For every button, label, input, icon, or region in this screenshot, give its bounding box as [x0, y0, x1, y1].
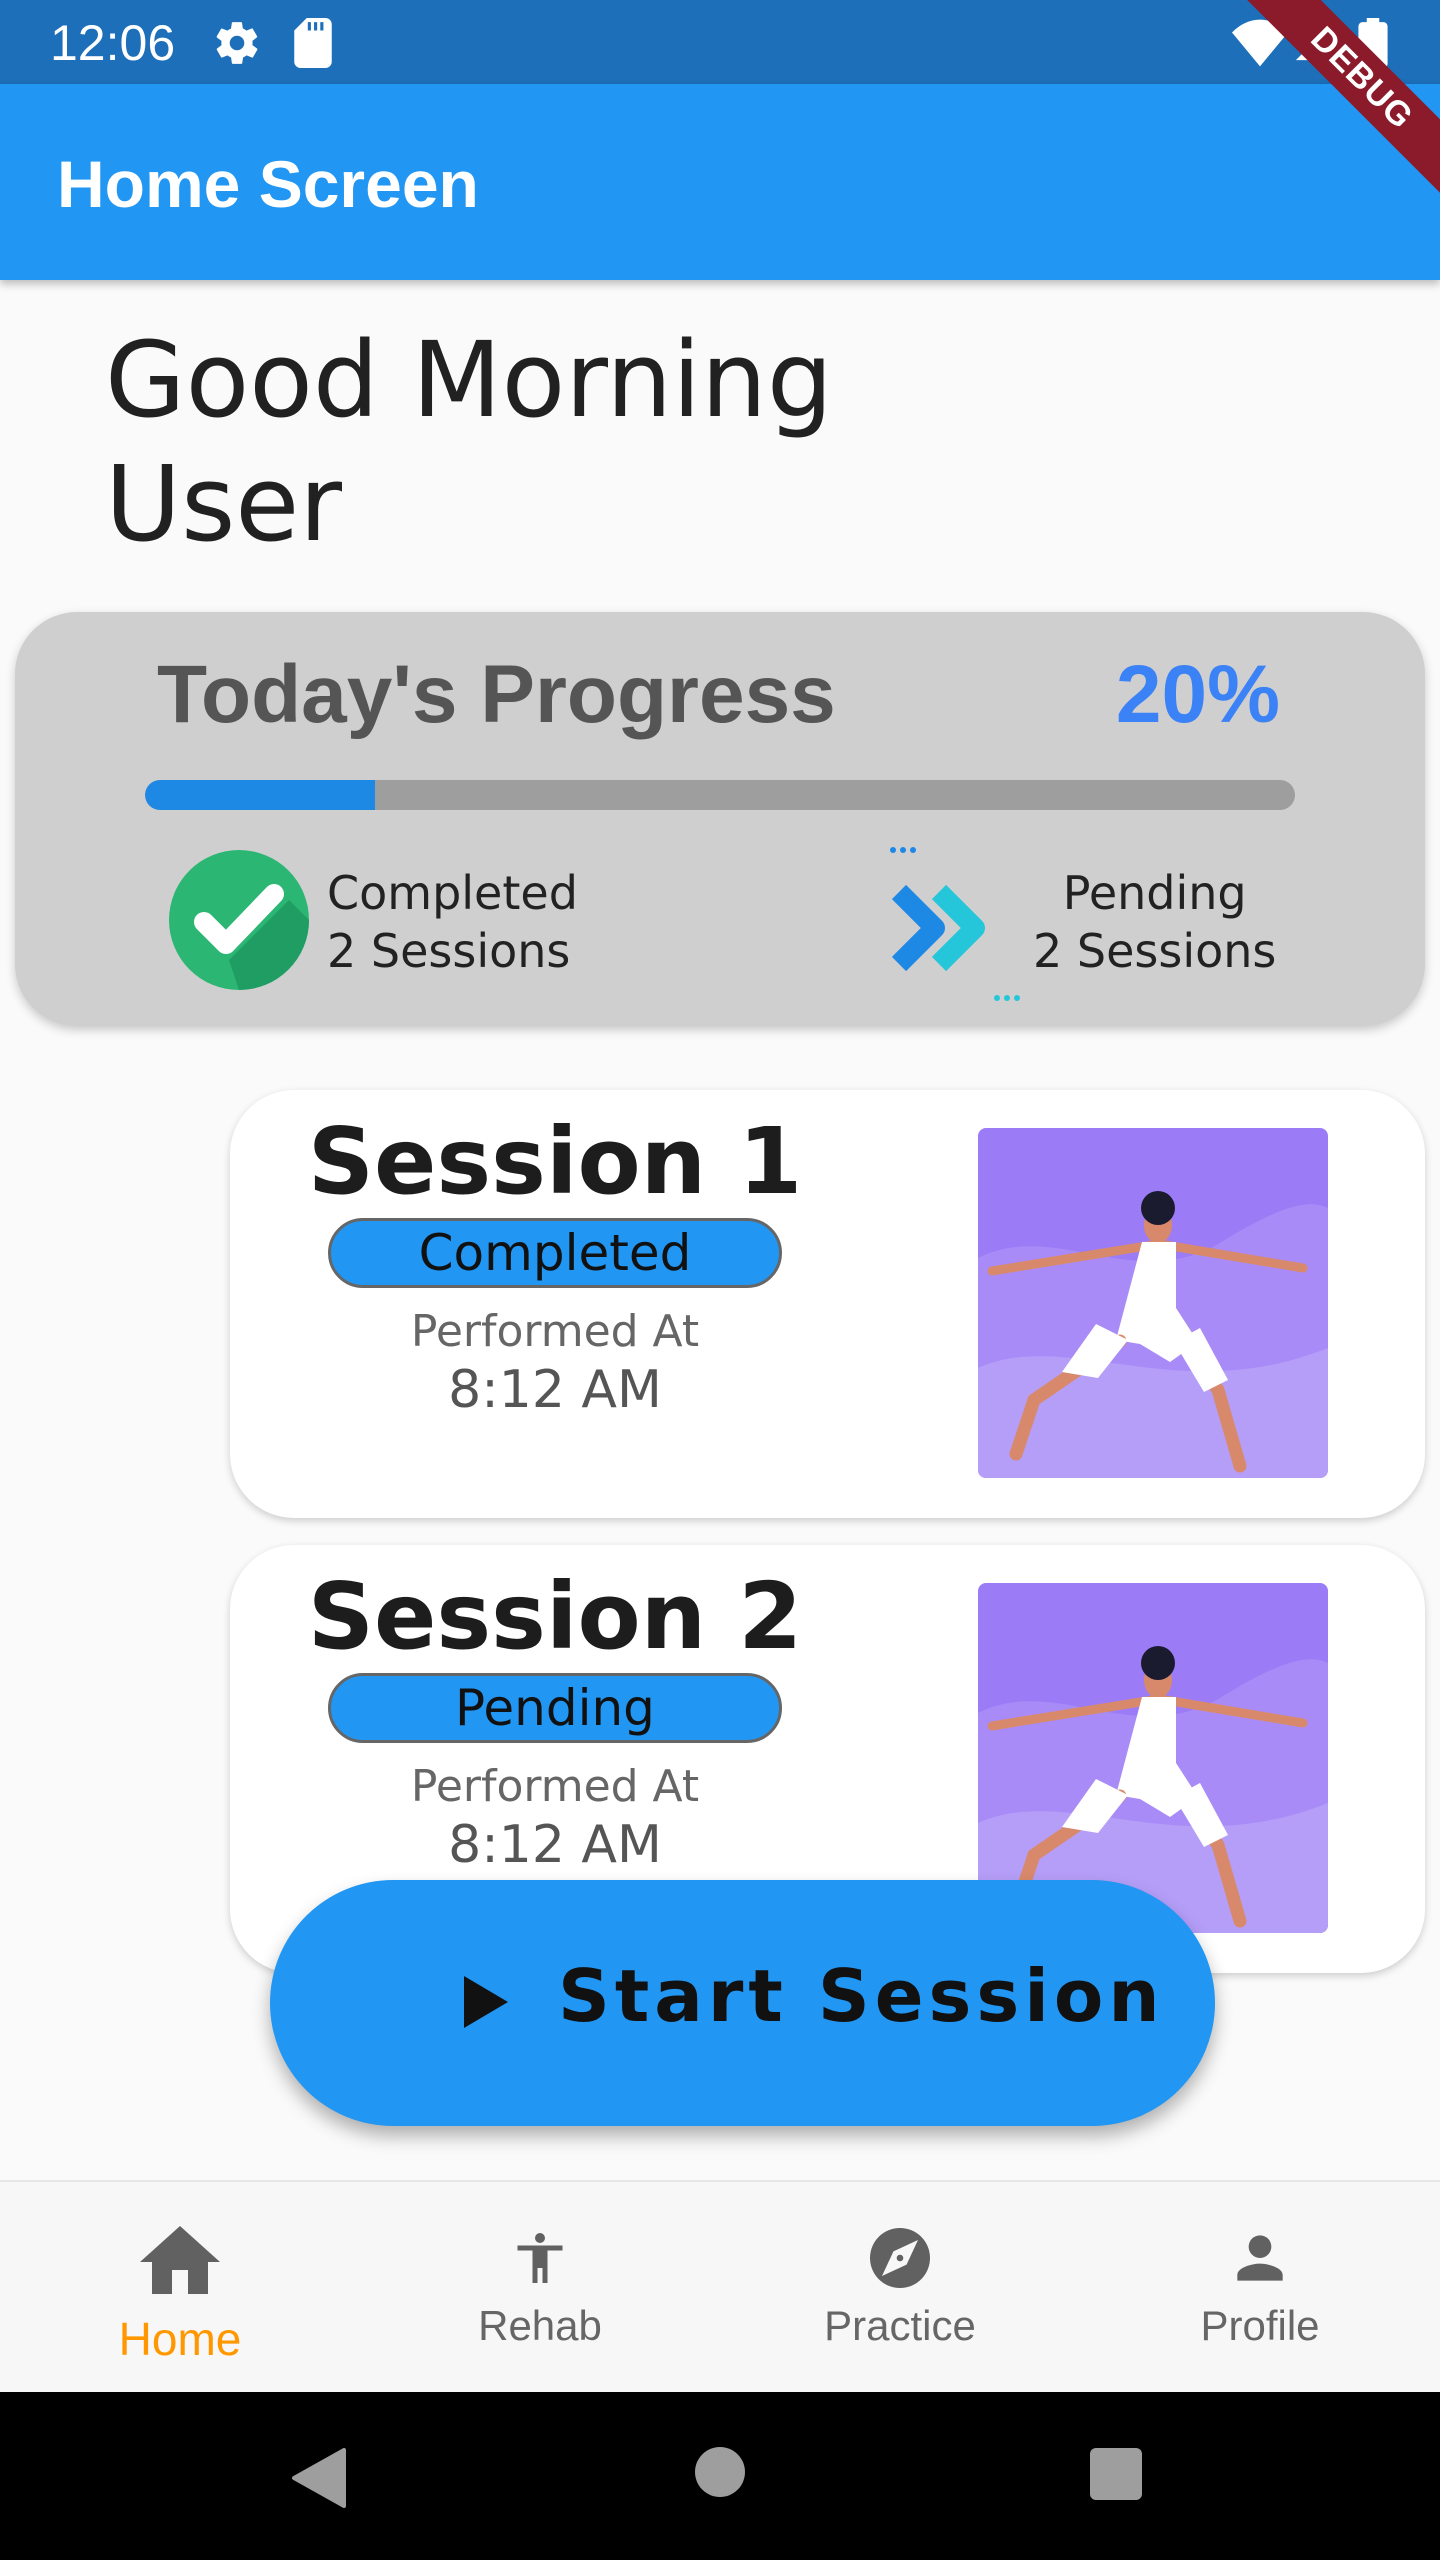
nav-label-rehab: Rehab	[478, 2302, 602, 2349]
nav-label-practice: Practice	[824, 2302, 976, 2349]
session-status-badge: Pending	[328, 1673, 782, 1743]
greeting: Good Morning User	[105, 318, 833, 566]
completed-count: 2 Sessions	[327, 924, 571, 978]
completed-stat: Completed 2 Sessions	[327, 864, 578, 980]
progress-bar	[145, 780, 1295, 810]
nav-label-home: Home	[118, 2313, 242, 2365]
pending-stat: Pending 2 Sessions	[1033, 864, 1276, 980]
pending-count: 2 Sessions	[1033, 924, 1277, 978]
home-icon	[132, 2214, 228, 2299]
debug-banner-container: DEBUG	[1220, 0, 1440, 220]
back-icon[interactable]	[290, 2448, 346, 2513]
start-session-button[interactable]: Start Session	[270, 1880, 1215, 2126]
session-status-badge: Completed	[328, 1218, 782, 1288]
performed-at-label: Performed At	[410, 1761, 700, 1812]
recents-square-icon[interactable]	[1090, 2448, 1142, 2505]
sd-card-icon	[292, 18, 334, 73]
performed-at-time: 8:12 AM	[448, 1815, 662, 1875]
progress-bar-fill	[145, 780, 375, 810]
performed-at-label: Performed At	[410, 1306, 700, 1357]
progress-percent: 20%	[1115, 649, 1280, 740]
nav-item-practice[interactable]: Practice	[720, 2182, 1080, 2394]
nav-item-rehab[interactable]: Rehab	[360, 2182, 720, 2394]
debug-banner: DEBUG	[1223, 0, 1440, 217]
pending-label: Pending	[1062, 866, 1247, 920]
settings-gear-icon	[212, 18, 262, 73]
start-session-label: Start Session	[558, 1954, 1165, 2038]
session-card[interactable]: Session 1 Completed Performed At 8:12 AM	[230, 1090, 1425, 1518]
compass-icon	[864, 2222, 936, 2299]
greeting-line-1: Good Morning	[105, 319, 833, 441]
person-icon	[1226, 2224, 1294, 2297]
session-title: Session 1	[307, 1108, 803, 1215]
progress-title: Today's Progress	[157, 649, 836, 740]
accessibility-icon	[510, 2226, 570, 2295]
app-title: Home Screen	[57, 147, 479, 221]
check-circle-icon	[169, 850, 309, 995]
yoga-pose-image	[978, 1128, 1328, 1478]
home-circle-icon[interactable]	[694, 2446, 746, 2503]
greeting-username: User	[105, 443, 343, 565]
nav-label-profile: Profile	[1200, 2302, 1320, 2349]
todays-progress-card: Today's Progress 20% Completed 2 Session…	[15, 612, 1425, 1026]
system-navigation-bar	[0, 2392, 1440, 2560]
bottom-navigation: Home Rehab Practice Profile	[0, 2180, 1440, 2392]
session-title: Session 2	[307, 1563, 803, 1670]
status-time: 12:06	[50, 15, 176, 71]
play-icon	[464, 1976, 508, 2031]
double-chevron-right-icon	[877, 844, 1027, 1009]
performed-at-time: 8:12 AM	[448, 1360, 662, 1420]
nav-item-home[interactable]: Home	[0, 2182, 360, 2394]
nav-item-profile[interactable]: Profile	[1080, 2182, 1440, 2394]
completed-label: Completed	[327, 866, 578, 920]
